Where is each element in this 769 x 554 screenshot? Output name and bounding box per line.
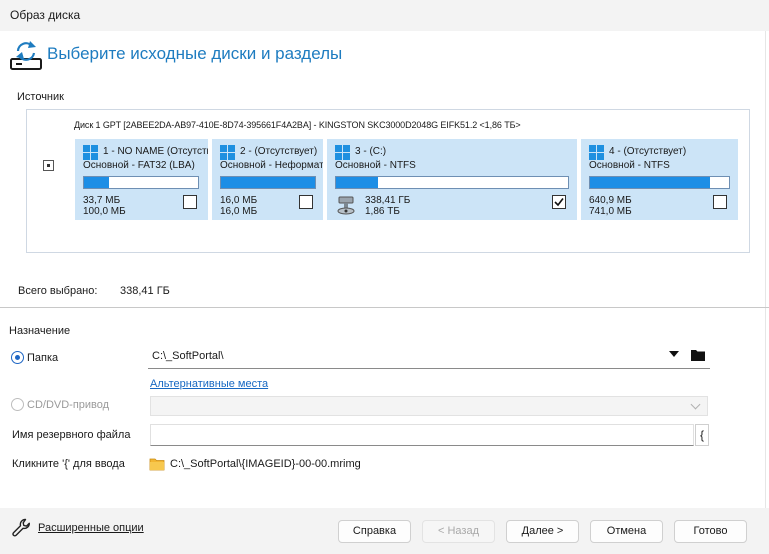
macro-hint-label: Кликните '{' для ввода bbox=[12, 458, 125, 470]
partition-filesystem: Основной - NTFS bbox=[589, 160, 670, 171]
partition-used: 338,41 ГБ bbox=[365, 195, 411, 206]
usage-bar bbox=[589, 176, 730, 189]
page-heading: Выберите исходные диски и разделы bbox=[47, 44, 343, 63]
partition-name: 3 - (C:) bbox=[355, 146, 387, 157]
section-divider bbox=[0, 307, 769, 308]
advanced-options-link[interactable]: Расширенные опции bbox=[38, 522, 144, 534]
finish-button[interactable]: Готово bbox=[674, 520, 747, 543]
partition-name: 2 - (Отсутствует) bbox=[240, 146, 318, 157]
usage-bar bbox=[220, 176, 316, 189]
partition-used: 640,9 МБ bbox=[589, 195, 632, 206]
wrench-icon[interactable] bbox=[10, 516, 34, 540]
back-button[interactable]: < Назад bbox=[422, 520, 495, 543]
destination-section-label: Назначение bbox=[9, 325, 71, 337]
windows-logo-icon bbox=[83, 145, 98, 160]
partition-tile-4[interactable]: 4 - (Отсутствует) Основной - NTFS 640,9 … bbox=[581, 139, 738, 220]
cancel-button[interactable]: Отмена bbox=[590, 520, 663, 543]
folder-path-value: C:\_SoftPortal\ bbox=[152, 350, 224, 362]
partition-name: 1 - NO NAME (Отсутствует) bbox=[103, 146, 208, 157]
backup-filename-input[interactable] bbox=[150, 424, 694, 446]
partition-checkbox[interactable] bbox=[183, 195, 197, 209]
folder-icon bbox=[149, 458, 165, 471]
window-title: Образ диска bbox=[10, 8, 81, 22]
folder-radio-label[interactable]: Папка bbox=[27, 352, 58, 364]
usage-bar-fill bbox=[590, 177, 710, 188]
next-button[interactable]: Далее > bbox=[506, 520, 579, 543]
partition-tile-1[interactable]: 1 - NO NAME (Отсутствует) Основной - FAT… bbox=[75, 139, 208, 220]
partial-check-mark bbox=[47, 164, 50, 167]
folder-radio[interactable] bbox=[11, 351, 24, 364]
partition-checkbox[interactable] bbox=[552, 195, 566, 209]
title-bar bbox=[0, 0, 769, 31]
windows-logo-icon bbox=[220, 145, 235, 160]
resulting-file-path: C:\_SoftPortal\{IMAGEID}-00-00.mrimg bbox=[170, 458, 361, 470]
partition-name: 4 - (Отсутствует) bbox=[609, 146, 687, 157]
partition-used: 33,7 МБ bbox=[83, 195, 121, 206]
partition-total: 1,86 ТБ bbox=[365, 206, 400, 217]
partition-filesystem: Основной - Неформатированный bbox=[220, 160, 323, 171]
usage-bar bbox=[83, 176, 199, 189]
usage-bar-fill bbox=[221, 177, 315, 188]
alternative-locations-link[interactable]: Альтернативные места bbox=[150, 378, 268, 390]
source-section-label: Источник bbox=[17, 91, 64, 103]
folder-path-combobox[interactable] bbox=[148, 345, 710, 369]
total-selected-value: 338,41 ГБ bbox=[120, 285, 170, 297]
partition-filesystem: Основной - FAT32 (LBA) bbox=[83, 160, 195, 171]
windows-logo-icon bbox=[335, 145, 350, 160]
cd-dvd-radio-label[interactable]: CD/DVD-привод bbox=[27, 399, 109, 411]
usage-bar-fill bbox=[84, 177, 110, 188]
partition-total: 16,0 МБ bbox=[220, 206, 258, 217]
cd-dvd-radio[interactable] bbox=[11, 398, 24, 411]
partition-used: 16,0 МБ bbox=[220, 195, 258, 206]
partition-total: 741,0 МБ bbox=[589, 206, 632, 217]
insert-macro-button[interactable]: { bbox=[695, 424, 709, 446]
partition-tile-2[interactable]: 2 - (Отсутствует) Основной - Неформатиро… bbox=[212, 139, 323, 220]
backup-filename-label: Имя резервного файла bbox=[12, 429, 131, 441]
usage-bar bbox=[335, 176, 569, 189]
total-selected-label: Всего выбрано: bbox=[18, 285, 98, 297]
partition-filesystem: Основной - NTFS bbox=[335, 160, 416, 171]
partition-checkbox[interactable] bbox=[299, 195, 313, 209]
dropdown-arrow-icon[interactable] bbox=[669, 351, 679, 357]
help-button[interactable]: Справка bbox=[338, 520, 411, 543]
disk-image-icon bbox=[10, 41, 42, 70]
browse-folder-icon[interactable] bbox=[690, 348, 706, 362]
partition-total: 100,0 МБ bbox=[83, 206, 126, 217]
usage-bar-fill bbox=[336, 177, 378, 188]
disk-title: Диск 1 GPT [2ABEE2DA-AB97-410E-8D74-3956… bbox=[74, 120, 521, 130]
partition-checkbox[interactable] bbox=[713, 195, 727, 209]
partition-tile-3[interactable]: 3 - (C:) Основной - NTFS 338,41 ГБ 1,86 … bbox=[327, 139, 577, 220]
windows-logo-icon bbox=[589, 145, 604, 160]
system-drive-icon bbox=[337, 196, 355, 215]
content-edge bbox=[765, 31, 766, 508]
cd-dvd-drive-combobox[interactable] bbox=[150, 396, 708, 416]
disk-select-checkbox[interactable] bbox=[43, 160, 54, 171]
